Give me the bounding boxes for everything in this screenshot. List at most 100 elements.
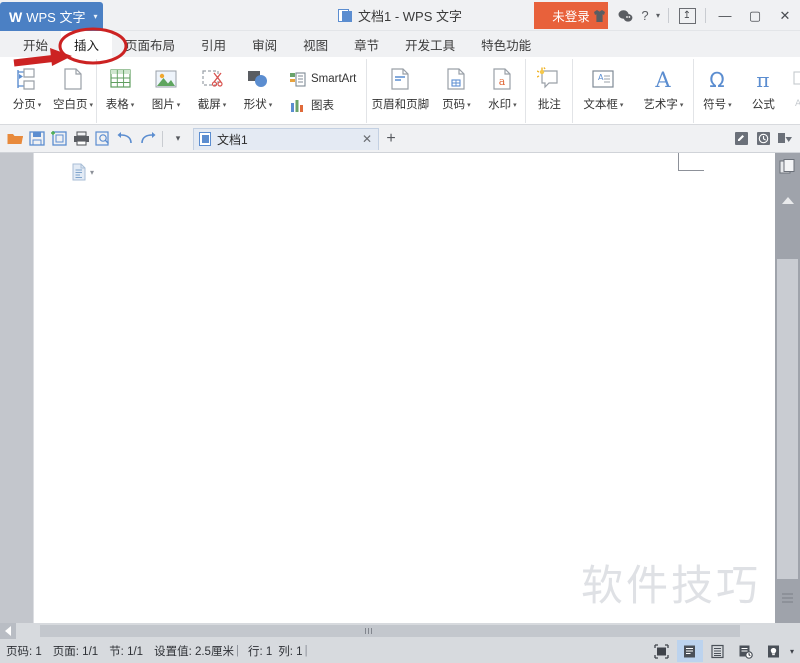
page-view-button[interactable] (676, 640, 703, 662)
tab-developer[interactable]: 开发工具 (392, 31, 468, 57)
ribbon-group-text: A 文本框 ▾ A 艺术字 ▾ (572, 59, 693, 123)
wps-app-tab[interactable]: W WPS 文字 ▾ (0, 2, 103, 31)
chevron-down-icon[interactable]: ▾ (177, 101, 181, 109)
textbox-icon: A (591, 64, 615, 94)
svg-text:π: π (757, 68, 770, 91)
ribbon-button-comment[interactable]: 批注 (526, 59, 572, 121)
tab-page-layout[interactable]: 页面布局 (112, 31, 188, 57)
ribbon-overflow-partial[interactable]: A (786, 59, 800, 121)
ribbon-button-page-number[interactable]: 页码 ▾ (433, 59, 479, 121)
chevron-down-icon[interactable]: ▾ (223, 101, 227, 109)
shapes-icon (246, 64, 270, 94)
maximize-button[interactable]: ▢ (740, 0, 770, 31)
tab-special-features[interactable]: 特色功能 (468, 31, 544, 57)
scroll-left-button[interactable] (0, 623, 16, 639)
page-thumbnail-icon[interactable] (779, 159, 796, 175)
chevron-down-icon[interactable]: ▾ (728, 101, 732, 109)
picture-icon (154, 64, 178, 94)
tab-section[interactable]: 章节 (341, 31, 392, 57)
night-mode-button[interactable] (761, 640, 787, 662)
ribbon-button-screenshot[interactable]: 截屏 ▾ (189, 59, 235, 121)
paste-options-icon (71, 163, 87, 181)
save-as-icon[interactable] (48, 126, 70, 152)
triangle-up-icon (781, 196, 794, 204)
status-page-number: 页码: 1 (6, 646, 42, 658)
help-icon[interactable]: ? (638, 0, 652, 31)
status-column: 列: 1 (278, 646, 303, 658)
edit-mode-icon[interactable] (730, 126, 752, 152)
tab-references[interactable]: 引用 (188, 31, 239, 57)
chevron-down-icon[interactable]: ▾ (680, 101, 684, 109)
close-icon[interactable]: ✕ (362, 132, 372, 146)
ribbon-button-label: 分页 ▾ (12, 99, 42, 111)
chevron-down-icon[interactable]: ▾ (93, 12, 97, 21)
document-page[interactable]: ▾ 软件技巧 (33, 153, 775, 623)
ribbon-button-wordart[interactable]: A 艺术字 ▾ (633, 59, 693, 121)
table-icon (109, 64, 132, 94)
tab-insert[interactable]: 插入 (61, 31, 113, 57)
ribbon-button-header-footer[interactable]: 页眉和页脚 (367, 59, 433, 121)
close-button[interactable]: ✕ (770, 0, 800, 31)
ribbon-button-shapes[interactable]: 形状 ▾ (235, 59, 281, 121)
ribbon-tab-bar: 开始 插入 页面布局 引用 审阅 视图 章节 开发工具 特色功能 (0, 31, 800, 57)
web-view-button[interactable] (733, 640, 759, 662)
document-tab-1[interactable]: 文档1 ✕ (193, 127, 379, 150)
ribbon-button-picture[interactable]: 图片 ▾ (143, 59, 189, 121)
tab-review[interactable]: 审阅 (239, 31, 290, 57)
tab-start[interactable]: 开始 (10, 31, 61, 57)
divider: | (304, 645, 308, 657)
horizontal-scroll-thumb[interactable] (40, 625, 740, 637)
undo-icon[interactable] (114, 126, 136, 152)
open-folder-icon[interactable] (4, 126, 26, 152)
wechat-icon[interactable] (612, 0, 638, 31)
screenshot-icon (200, 64, 224, 94)
ribbon-button-chart[interactable]: 图表 (285, 92, 360, 118)
print-preview-icon[interactable] (92, 126, 114, 152)
night-mode-chevron-down-icon[interactable]: ▾ (790, 647, 794, 656)
view-mode-group: ▾ (649, 640, 800, 662)
ribbon-button-label: A (793, 96, 800, 108)
minimize-button[interactable]: — (710, 0, 740, 31)
chevron-down-icon[interactable]: ▾ (90, 168, 94, 177)
vertical-scrollbar[interactable] (775, 153, 800, 623)
redo-icon[interactable] (136, 126, 158, 152)
paste-options-button[interactable]: ▾ (71, 163, 94, 181)
horizontal-scrollbar[interactable] (0, 623, 800, 639)
tab-view[interactable]: 视图 (290, 31, 341, 57)
save-icon[interactable] (26, 126, 48, 152)
ribbon-button-textbox[interactable]: A 文本框 ▾ (573, 59, 633, 121)
ribbon-button-page-break[interactable]: 分页 ▾ (4, 59, 50, 121)
chevron-down-icon[interactable]: ▾ (38, 101, 42, 109)
ribbon-button-smartart[interactable]: SmartArt (285, 66, 360, 92)
page-break-icon (14, 64, 40, 94)
quick-access-dropdown[interactable]: ▾ (167, 126, 189, 152)
ribbon-button-symbol[interactable]: Ω 符号 ▾ (694, 59, 740, 121)
ribbon-button-table[interactable]: 表格 ▾ (97, 59, 143, 121)
print-icon[interactable] (70, 126, 92, 152)
scroll-up-button[interactable] (775, 177, 800, 223)
symbol-icon: Ω (705, 64, 729, 94)
collapse-ribbon-icon[interactable] (774, 126, 796, 152)
help-chevron-down-icon[interactable]: ▾ (652, 0, 664, 31)
new-document-button[interactable]: + (379, 126, 403, 152)
ribbon-button-formula[interactable]: π 公式 (740, 59, 786, 121)
upload-icon[interactable]: ↥ (673, 0, 701, 31)
chevron-down-icon[interactable]: ▾ (89, 101, 93, 109)
skin-icon[interactable] (586, 0, 612, 31)
history-icon[interactable] (752, 126, 774, 152)
chevron-down-icon[interactable]: ▾ (467, 101, 471, 109)
ribbon-button-label: 图片 ▾ (151, 99, 181, 111)
ribbon-button-blank-page[interactable]: 空白页 ▾ (50, 59, 96, 121)
ribbon-group-pages: 分页 ▾ 空白页 ▾ (0, 59, 96, 123)
chevron-down-icon[interactable]: ▾ (620, 101, 624, 109)
ribbon-button-label: 空白页 ▾ (52, 99, 93, 111)
vertical-scroll-thumb[interactable] (777, 259, 798, 579)
quick-access-right-group (730, 126, 800, 152)
chevron-down-icon[interactable]: ▾ (513, 101, 517, 109)
outline-view-button[interactable] (705, 640, 731, 662)
ribbon-button-watermark[interactable]: a 水印 ▾ (479, 59, 525, 121)
ribbon-toolbar: 分页 ▾ 空白页 ▾ 表格 ▾ 图片 ▾ 截屏 ▾ 形状 ▾ SmartArt … (0, 57, 800, 125)
fullscreen-view-button[interactable] (649, 640, 675, 662)
chevron-down-icon[interactable]: ▾ (131, 101, 135, 109)
chevron-down-icon[interactable]: ▾ (269, 101, 273, 109)
